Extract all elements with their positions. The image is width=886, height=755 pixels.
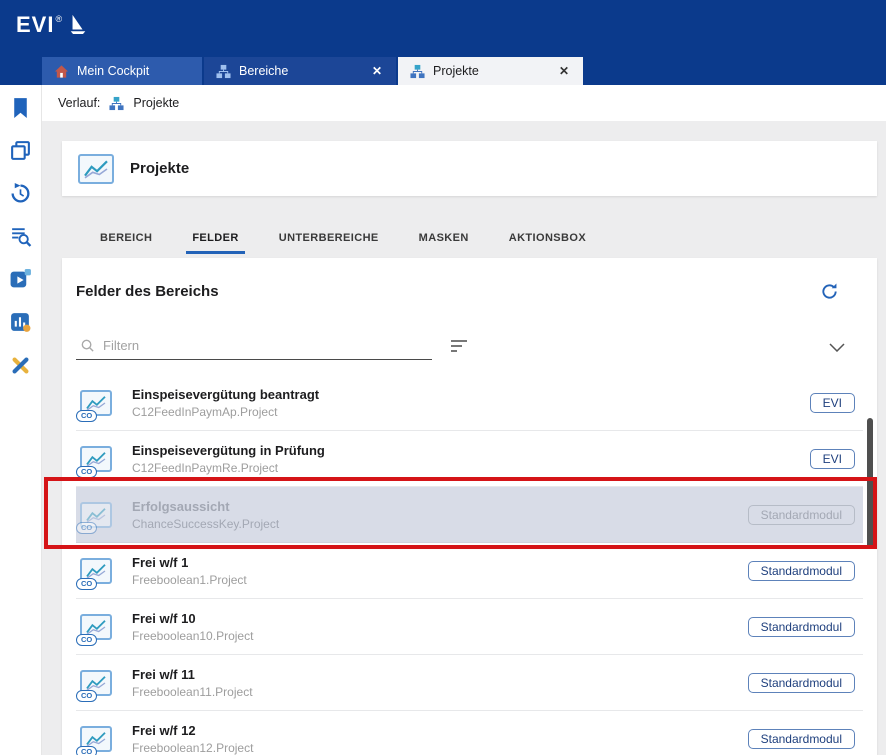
tab-projekte-active[interactable]: Projekte ✕ — [398, 57, 583, 85]
sail-icon — [68, 11, 88, 37]
list-item[interactable]: CO Frei w/f 1 Freeboolean1.Project Stand… — [76, 543, 863, 599]
co-badge: CO — [76, 410, 97, 422]
fields-panel: Felder des Bereichs — [62, 258, 877, 755]
field-title: Frei w/f 12 — [132, 723, 734, 738]
section-tab[interactable]: AKTIONSBOX — [489, 222, 606, 254]
report-icon[interactable] — [8, 310, 34, 334]
field-subtitle: ChanceSuccessKey.Project — [132, 517, 734, 531]
module-badge: Standardmodul — [748, 505, 855, 525]
field-chart-icon: CO — [80, 670, 118, 696]
field-title: Frei w/f 11 — [132, 667, 734, 682]
projects-chart-icon — [78, 154, 114, 184]
field-chart-icon: CO — [80, 614, 118, 640]
list-item[interactable]: CO Frei w/f 12 Freeboolean12.Project Sta… — [76, 711, 863, 755]
tab-mein-cockpit[interactable]: Mein Cockpit — [42, 57, 202, 85]
co-badge: CO — [76, 522, 97, 534]
sort-icon[interactable] — [450, 339, 468, 353]
field-chart-icon: CO — [80, 446, 118, 472]
bookmark-icon[interactable] — [8, 95, 34, 119]
panel-header: Felder des Bereichs — [76, 278, 863, 304]
list-item[interactable]: CO Erfolgsaussicht ChanceSuccessKey.Proj… — [76, 487, 863, 543]
tab-label: Bereiche — [239, 64, 362, 78]
modules-icon — [109, 96, 124, 111]
left-sidebar — [0, 85, 42, 755]
section-tab-label: BEREICH — [100, 232, 152, 244]
modules-icon — [216, 64, 231, 79]
co-badge: CO — [76, 634, 97, 646]
section-tab[interactable]: MASKEN — [399, 222, 489, 254]
field-subtitle: Freeboolean10.Project — [132, 629, 734, 643]
list-item[interactable]: CO Einspeisevergütung beantragt C12FeedI… — [76, 375, 863, 431]
search-data-icon[interactable] — [8, 224, 34, 248]
chevron-down-icon[interactable] — [829, 343, 845, 352]
field-subtitle: C12FeedInPaymAp.Project — [132, 405, 796, 419]
section-tab-label: AKTIONSBOX — [509, 232, 586, 244]
co-badge: CO — [76, 466, 97, 478]
co-badge: CO — [76, 746, 97, 755]
field-title: Einspeisevergütung in Prüfung — [132, 443, 796, 458]
module-badge: EVI — [810, 393, 855, 413]
field-subtitle: Freeboolean11.Project — [132, 685, 734, 699]
field-title: Frei w/f 1 — [132, 555, 734, 570]
field-subtitle: Freeboolean12.Project — [132, 741, 734, 755]
list-item[interactable]: CO Einspeisevergütung in Prüfung C12Feed… — [76, 431, 863, 487]
module-badge: Standardmodul — [748, 561, 855, 581]
plugin-icon[interactable] — [8, 267, 34, 291]
section-tab-bar: BEREICH FELDER UNTERBEREICHE MASKEN AKTI… — [62, 222, 877, 254]
field-chart-icon: CO — [80, 558, 118, 584]
module-badge: Standardmodul — [748, 617, 855, 637]
fields-list: CO Einspeisevergütung beantragt C12FeedI… — [76, 375, 863, 755]
field-chart-icon: CO — [80, 726, 118, 752]
module-badge: Standardmodul — [748, 673, 855, 693]
field-title: Frei w/f 10 — [132, 611, 734, 626]
breadcrumb-current[interactable]: Projekte — [133, 96, 179, 110]
field-chart-icon: CO — [80, 390, 118, 416]
section-tab[interactable]: UNTERBEREICHE — [259, 222, 399, 254]
tab-bar: Mein Cockpit Bereiche ✕ Projekte ✕ — [42, 57, 585, 85]
breadcrumb-label: Verlauf: — [58, 96, 100, 110]
section-tab-label: MASKEN — [419, 232, 469, 244]
field-title: Erfolgsaussicht — [132, 499, 734, 514]
refresh-icon[interactable] — [820, 282, 839, 301]
co-badge: CO — [76, 690, 97, 702]
list-item[interactable]: CO Frei w/f 10 Freeboolean10.Project Sta… — [76, 599, 863, 655]
search-icon — [80, 338, 95, 353]
logo-registered-mark: ® — [55, 14, 62, 24]
module-badge: EVI — [810, 449, 855, 469]
scrollbar-thumb[interactable] — [867, 418, 873, 548]
page-title: Projekte — [130, 160, 189, 177]
breadcrumb: Verlauf: Projekte — [42, 85, 886, 121]
tab-bereiche[interactable]: Bereiche ✕ — [204, 57, 396, 85]
list-item[interactable]: CO Frei w/f 11 Freeboolean11.Project Sta… — [76, 655, 863, 711]
evi-logo: EVI ® — [16, 12, 88, 38]
section-tab-label: UNTERBEREICHE — [279, 232, 379, 244]
app-header: EVI ® Mein Cockpit Bereiche ✕ — [0, 0, 886, 85]
section-tab[interactable]: BEREICH — [80, 222, 172, 254]
tools-icon[interactable] — [8, 353, 34, 377]
panel-title: Felder des Bereichs — [76, 283, 219, 300]
section-tab-label: FELDER — [192, 232, 238, 244]
close-icon[interactable]: ✕ — [557, 64, 571, 78]
field-subtitle: Freeboolean1.Project — [132, 573, 734, 587]
page-header-card: Projekte — [62, 141, 877, 196]
filter-input[interactable] — [103, 338, 430, 353]
tab-label: Projekte — [433, 64, 549, 78]
module-badge: Standardmodul — [748, 729, 855, 749]
tab-label: Mein Cockpit — [77, 64, 190, 78]
windows-copy-icon[interactable] — [8, 138, 34, 162]
filter-row — [76, 330, 863, 360]
section-tab[interactable]: FELDER — [172, 222, 258, 254]
logo-text: EVI — [16, 12, 54, 38]
field-subtitle: C12FeedInPaymRe.Project — [132, 461, 796, 475]
field-title: Einspeisevergütung beantragt — [132, 387, 796, 402]
close-icon[interactable]: ✕ — [370, 64, 384, 78]
modules-icon — [410, 64, 425, 79]
history-icon[interactable] — [8, 181, 34, 205]
field-chart-icon: CO — [80, 502, 118, 528]
home-icon — [54, 64, 69, 79]
co-badge: CO — [76, 578, 97, 590]
filter-field[interactable] — [76, 335, 432, 360]
